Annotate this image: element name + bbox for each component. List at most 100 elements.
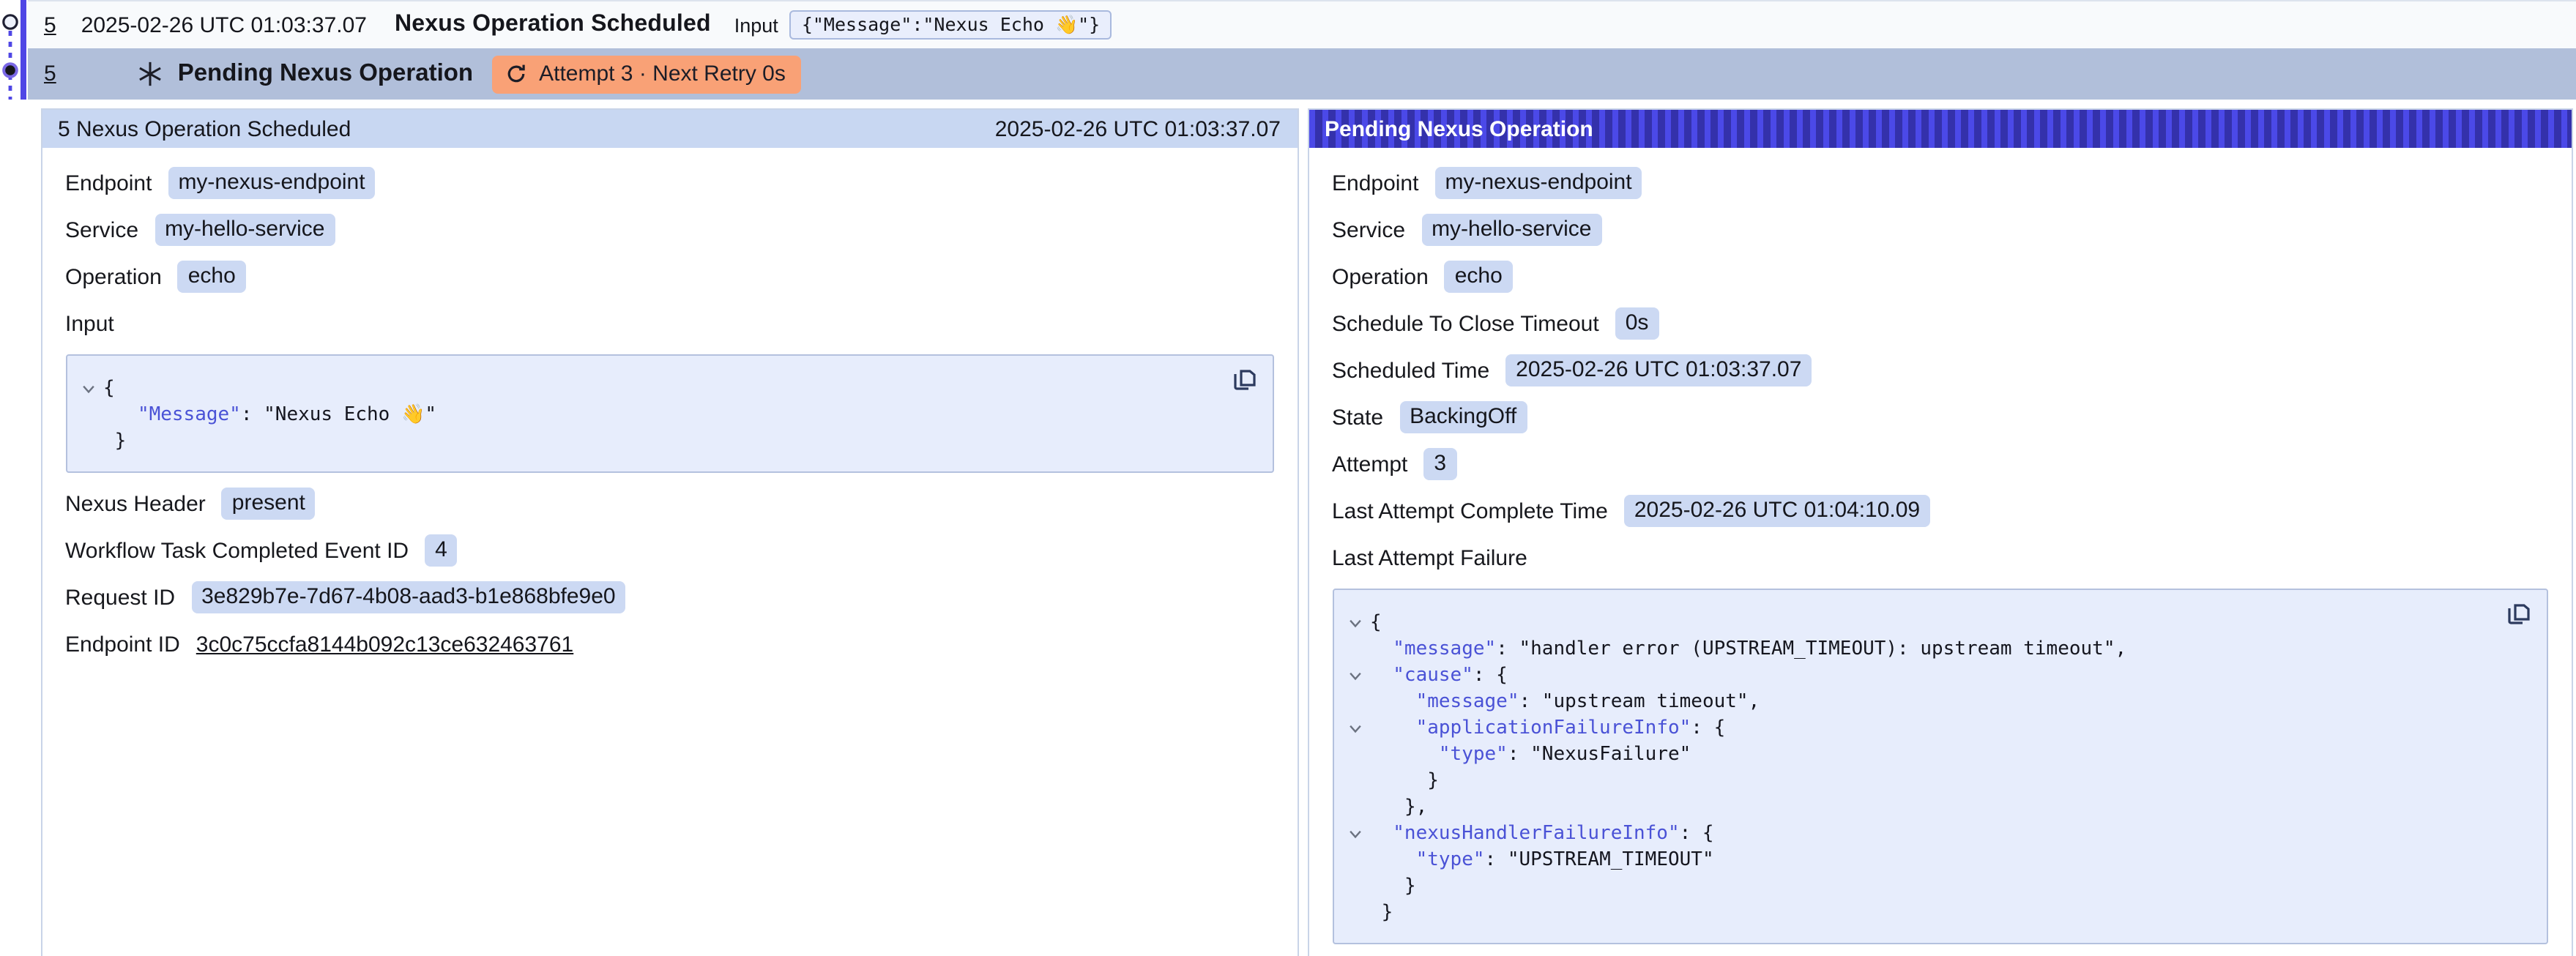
field-value-badge: 0s (1615, 307, 1659, 340)
json-key: "type" (1439, 743, 1508, 765)
json-viewer: { "Message": "Nexus Echo 👋"} (65, 354, 1273, 473)
collapse-toggle[interactable] (1348, 611, 1370, 633)
json-line: "cause": { (1348, 662, 2526, 688)
json-key: "message" (1393, 638, 1496, 660)
field-row: Attempt3 (1332, 448, 2548, 480)
json-key: "type" (1416, 848, 1485, 870)
field-row: Workflow Task Completed Event ID4 (65, 534, 1273, 567)
json-text: : "UPSTREAM_TIMEOUT" (1485, 848, 1714, 870)
event-input-chip[interactable]: {"Message":"Nexus Echo 👋"} (790, 10, 1112, 40)
field-row: Endpoint ID3c0c75ccfa8144b092c13ce632463… (65, 628, 1273, 660)
field-label: Attempt (1332, 452, 1407, 477)
collapse-toggle[interactable] (81, 377, 103, 399)
copy-icon (1232, 367, 1256, 394)
field-row: Nexus Headerpresent (65, 488, 1273, 520)
collapse-toggle[interactable] (1348, 664, 1370, 686)
json-line: } (1348, 899, 2526, 925)
json-line-content: "type": "NexusFailure" (1370, 743, 1691, 765)
event-input-label: Input (734, 14, 778, 36)
copy-button[interactable] (2507, 602, 2534, 628)
field-row: Last Attempt Complete Time 2025-02-26 UTC… (1332, 495, 2548, 527)
json-line: "Message": "Nexus Echo 👋" (81, 401, 1251, 427)
chevron-down-icon (1348, 822, 1361, 844)
collapse-toggle[interactable] (1348, 822, 1370, 844)
json-text: : { (1680, 822, 1714, 844)
field-value-badge: 3e829b7e-7d67-4b08-aad3-b1e868bfe9e0 (191, 581, 626, 613)
json-line: } (81, 427, 1251, 454)
json-line-content: } (1370, 901, 1393, 923)
json-text: } (115, 430, 127, 452)
json-key: "applicationFailureInfo" (1416, 717, 1691, 739)
event-row[interactable]: 5 2025-02-26 UTC 01:03:37.07 Nexus Opera… (28, 0, 2576, 48)
field-value-badge: my-nexus-endpoint (168, 167, 375, 199)
json-line: "message": "upstream timeout", (1348, 688, 2526, 714)
event-detail-panel: 5 Nexus Operation Scheduled 2025-02-26 U… (40, 108, 1298, 956)
json-line: "type": "UPSTREAM_TIMEOUT" (1348, 846, 2526, 873)
chevron-down-icon (1348, 717, 1361, 739)
chevron-down-icon (1348, 664, 1361, 686)
json-text: }, (1404, 796, 1427, 818)
field-row: Endpointmy-nexus-endpoint (1332, 167, 2548, 199)
json-line-content: "applicationFailureInfo": { (1370, 717, 1725, 739)
json-line-content: "message": "upstream timeout", (1370, 690, 1760, 712)
field-row: Schedule To Close Timeout 0s (1332, 307, 2548, 340)
json-text: } (1404, 875, 1416, 897)
json-text: : { (1473, 664, 1508, 686)
field-row: Servicemy-hello-service (1332, 214, 2548, 246)
field-label: Service (65, 217, 138, 242)
copy-icon (2507, 602, 2531, 628)
json-line-content: }, (1370, 796, 1427, 818)
field-row: StateBackingOff (1332, 401, 2548, 433)
active-event-accent-bar (20, 0, 26, 100)
collapse-toggle[interactable] (1348, 717, 1370, 739)
detail-panels: 5 Nexus Operation Scheduled 2025-02-26 U… (40, 108, 2573, 956)
json-line: "applicationFailureInfo": { (1348, 714, 2526, 741)
json-line-content: "Message": "Nexus Echo 👋" (103, 403, 436, 425)
field-label: Last Attempt Failure (1332, 545, 1527, 570)
json-text: : "upstream timeout", (1519, 690, 1760, 712)
event-title: Nexus Operation Scheduled (395, 12, 711, 38)
json-line-content: { (103, 377, 115, 399)
json-text: : "NexusFailure" (1508, 743, 1691, 765)
pending-operation-title: Pending Nexus Operation (178, 60, 473, 88)
field-row: Service my-hello-service (65, 214, 1273, 246)
event-detail-panel-timestamp: 2025-02-26 UTC 01:03:37.07 (995, 116, 1281, 141)
json-line-content: } (103, 430, 126, 452)
field-value-badge: my-nexus-endpoint (1434, 167, 1642, 199)
field-label: Request ID (65, 585, 175, 610)
json-text: { (1370, 611, 1382, 633)
pending-operation-row[interactable]: 5 Pending Nexus Operation Attempt 3 · Ne… (28, 48, 2576, 100)
json-line-content: "message": "handler error (UPSTREAM_TIME… (1370, 638, 2126, 660)
copy-button[interactable] (1232, 367, 1259, 394)
endpoint-id-link[interactable]: 3c0c75ccfa8144b092c13ce632463761 (196, 632, 573, 657)
field-label: Nexus Header (65, 491, 206, 516)
field-label: Last Attempt Complete Time (1332, 498, 1608, 523)
field-row: Scheduled Time2025-02-26 UTC 01:03:37.07 (1332, 354, 2548, 386)
pending-asterisk-icon (137, 60, 165, 88)
retry-badge-label: Attempt 3 · Next Retry 0s (539, 61, 786, 86)
field-label: Input (65, 311, 114, 336)
json-line-content: "nexusHandlerFailureInfo": { (1370, 822, 1714, 844)
json-key: "cause" (1393, 664, 1473, 686)
pending-event-id-link[interactable]: 5 (44, 61, 56, 86)
field-value-badge: my-hello-service (155, 214, 335, 246)
field-row: Operationecho (1332, 261, 2548, 293)
field-label: Schedule To Close Timeout (1332, 311, 1599, 336)
field-value-badge: 2025-02-26 UTC 01:04:10.09 (1624, 495, 1930, 527)
field-row: Operationecho (65, 261, 1273, 293)
event-detail-panel-header: 5 Nexus Operation Scheduled 2025-02-26 U… (42, 110, 1297, 148)
json-line: } (1348, 873, 2526, 899)
json-text: } (1427, 769, 1439, 791)
event-id-link[interactable]: 5 (44, 12, 56, 37)
json-line: "nexusHandlerFailureInfo": { (1348, 820, 2526, 846)
field-value-badge: my-hello-service (1421, 214, 1601, 246)
field-value-badge: 2025-02-26 UTC 01:03:37.07 (1505, 354, 1812, 386)
pending-operation-panel-title: Pending Nexus Operation (1325, 116, 1593, 141)
json-line: }, (1348, 793, 2526, 820)
field-row: Input (65, 307, 1273, 340)
json-line: { (81, 375, 1251, 401)
pending-operation-panel-body: Endpointmy-nexus-endpoint Servicemy-hello… (1309, 148, 2572, 956)
field-label: State (1332, 405, 1383, 430)
json-text: } (1382, 901, 1393, 923)
field-row: Request ID 3e829b7e-7d67-4b08-aad3-b1e868… (65, 581, 1273, 613)
